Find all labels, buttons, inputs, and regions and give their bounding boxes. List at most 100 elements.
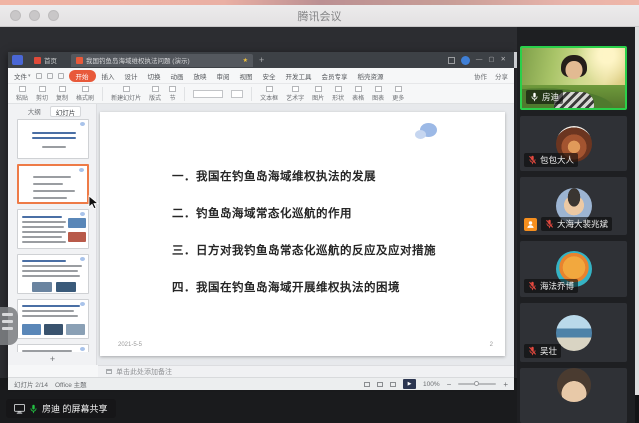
menu-item-1[interactable]: 插入 [98, 70, 119, 82]
menu-right-1[interactable]: 分享 [495, 71, 508, 81]
panel-tabs: 大纲 幻灯片 [8, 104, 96, 117]
view-reading-icon[interactable] [390, 381, 397, 387]
toolbar-icon [291, 85, 299, 92]
view-normal-icon[interactable] [364, 381, 371, 387]
toolbar-icon [374, 85, 382, 92]
wps-minimize-button[interactable]: — [476, 56, 483, 64]
toolbar-button-5[interactable]: 版式 [149, 85, 161, 102]
font-name-box[interactable] [193, 89, 224, 98]
slide-thumbnail-4[interactable] [16, 254, 89, 294]
participant-tile-4[interactable]: 海法乔博 [520, 241, 627, 297]
participant-name: 包包大人 [540, 155, 575, 165]
toolbar-label: 复制 [56, 95, 69, 102]
slide-text-block: 一．我国在钓鱼岛海域维权执法的发展 二．钓鱼岛海域常态化巡航的作用 三．日方对我钓鱼… [172, 168, 436, 295]
meeting-titlebar: 腾讯会议 [0, 5, 639, 27]
wps-document-tab[interactable]: 我国钓鱼岛海域维权执法问题 (演示) [71, 53, 253, 67]
zoom-slider-knob[interactable] [474, 381, 480, 386]
toolbar-button-7[interactable]: 文本框 [260, 85, 278, 102]
thumbnail-list [8, 119, 96, 352]
redo-icon[interactable] [57, 72, 64, 79]
notes-placeholder: 单击此处添加备注 [116, 368, 172, 376]
participant-tile-6[interactable] [520, 368, 627, 423]
toolbar-button-9[interactable]: 图片 [312, 85, 324, 102]
toolbar-button-6[interactable]: 节 [169, 85, 177, 102]
mic-muted-icon [528, 281, 537, 291]
tab-slides[interactable]: 幻灯片 [49, 106, 82, 117]
mini-blob-icon [78, 168, 84, 172]
favorite-star-icon [243, 57, 248, 64]
slide-canvas: 一．我国在钓鱼岛海域维权执法的发展 二．钓鱼岛海域常态化巡航的作用 三．日方对我钓鱼… [97, 104, 514, 365]
slide-date: 2021-5-5 [118, 342, 143, 348]
menu-item-11[interactable]: 稻壳资源 [354, 70, 388, 82]
theme-name: Office 主题 [54, 382, 87, 389]
undo-icon[interactable] [46, 72, 53, 79]
toolbar-label: 更多 [392, 95, 405, 102]
menu-item-5[interactable]: 放映 [190, 70, 211, 82]
floating-toolbar-widget[interactable] [0, 307, 18, 345]
menu-item-6[interactable]: 审阅 [213, 70, 234, 82]
toolbar-icon [314, 85, 322, 92]
mini-blob-icon [79, 212, 85, 216]
participant-label: 吴壮 [524, 344, 562, 358]
font-size-box[interactable] [231, 89, 244, 98]
participant-tile-3[interactable]: 大海大裴兆斌 [520, 177, 627, 235]
screen: 腾讯会议 首页 我国钓鱼岛海域维权执法问题 (演示) + [0, 0, 639, 423]
wps-home-tab[interactable]: 首页 [28, 54, 63, 66]
wps-ribbon-toolbar: 粘贴 剪切复制 格式刷 新建幻灯片 版式节 文本框 艺术字 图片 形状 表格 图表更多 [8, 84, 514, 104]
menu-item-2[interactable]: 设计 [121, 70, 142, 82]
slide-bullet-line: 三．日方对我钓鱼岛常态化巡航的反应及应对措施 [172, 245, 436, 257]
slide-thumbnail-1[interactable] [16, 119, 89, 159]
participant-label: 房迪 [526, 90, 564, 104]
participant-label: 包包大人 [524, 153, 579, 167]
participant-tile-2[interactable]: 包包大人 [520, 116, 627, 171]
zoom-out-button[interactable] [447, 380, 452, 389]
mini-blob-icon [79, 257, 85, 261]
save-icon[interactable] [35, 72, 42, 79]
toolbar-button-4[interactable]: 新建幻灯片 [111, 85, 141, 102]
account-avatar[interactable] [460, 55, 470, 65]
add-slide-button[interactable]: + [8, 352, 96, 365]
menu-item-3[interactable]: 切换 [144, 70, 165, 82]
tab-outline[interactable]: 大纲 [23, 106, 46, 117]
menu-item-8[interactable]: 安全 [259, 70, 280, 82]
participant-name: 吴壮 [540, 346, 558, 356]
toolbar-button-1[interactable]: 剪切 [36, 85, 48, 102]
menu-item-7[interactable]: 视图 [236, 70, 257, 82]
zoom-slider[interactable] [458, 381, 497, 386]
wps-maximize-button[interactable]: ▢ [488, 56, 494, 64]
participant-tile-5[interactable]: 吴壮 [520, 303, 627, 362]
toolbar-button-13[interactable]: 更多 [392, 85, 405, 102]
participant-name: 大海大裴兆斌 [557, 219, 609, 229]
wps-close-button[interactable]: ✕ [501, 56, 506, 64]
slide-thumbnail-5[interactable] [16, 299, 89, 339]
toolbar-button-8[interactable]: 艺术字 [286, 85, 304, 102]
slide-thumbnail-6[interactable] [16, 344, 89, 352]
toolbar-button-10[interactable]: 形状 [332, 85, 344, 102]
menu-right-0[interactable]: 协作 [474, 71, 487, 81]
wps-menus: 开始 插入 设计 切换 动画 放映 审阅 视图 安全 开发工具 会员专享 稻壳资源 [68, 69, 469, 82]
slide-thumbnail-3[interactable] [16, 209, 89, 249]
toolbar-button-2[interactable]: 复制 [56, 85, 69, 102]
slide-panel: 大纲 幻灯片 + [8, 104, 97, 365]
mic-on-icon [30, 404, 37, 413]
apps-grid-icon[interactable] [447, 56, 455, 64]
zoom-in-button[interactable] [503, 380, 508, 389]
notes-bar[interactable]: 单击此处添加备注 [98, 365, 514, 377]
menu-item-4[interactable]: 动画 [167, 70, 188, 82]
toolbar-button-3[interactable]: 格式刷 [76, 85, 94, 102]
toolbar-button-11[interactable]: 表格 [352, 85, 364, 102]
new-tab-button[interactable]: + [259, 55, 264, 65]
toolbar-button-12[interactable]: 图表 [372, 85, 384, 102]
file-menu[interactable]: 文件 [14, 71, 31, 81]
toolbar-icon [38, 85, 46, 92]
menu-item-10[interactable]: 会员专享 [318, 70, 352, 82]
slideshow-play-button[interactable]: ▶ [403, 379, 417, 389]
participant-tile-1[interactable]: 房迪 [520, 46, 627, 110]
slide-thumbnail-2[interactable] [16, 164, 89, 204]
view-sorter-icon[interactable] [377, 381, 384, 387]
menu-item-0[interactable]: 开始 [68, 69, 96, 82]
toolbar-icon [122, 85, 130, 92]
desktop-right-strip [635, 27, 639, 395]
toolbar-button-0[interactable]: 粘贴 [16, 85, 28, 102]
menu-item-9[interactable]: 开发工具 [282, 70, 316, 82]
